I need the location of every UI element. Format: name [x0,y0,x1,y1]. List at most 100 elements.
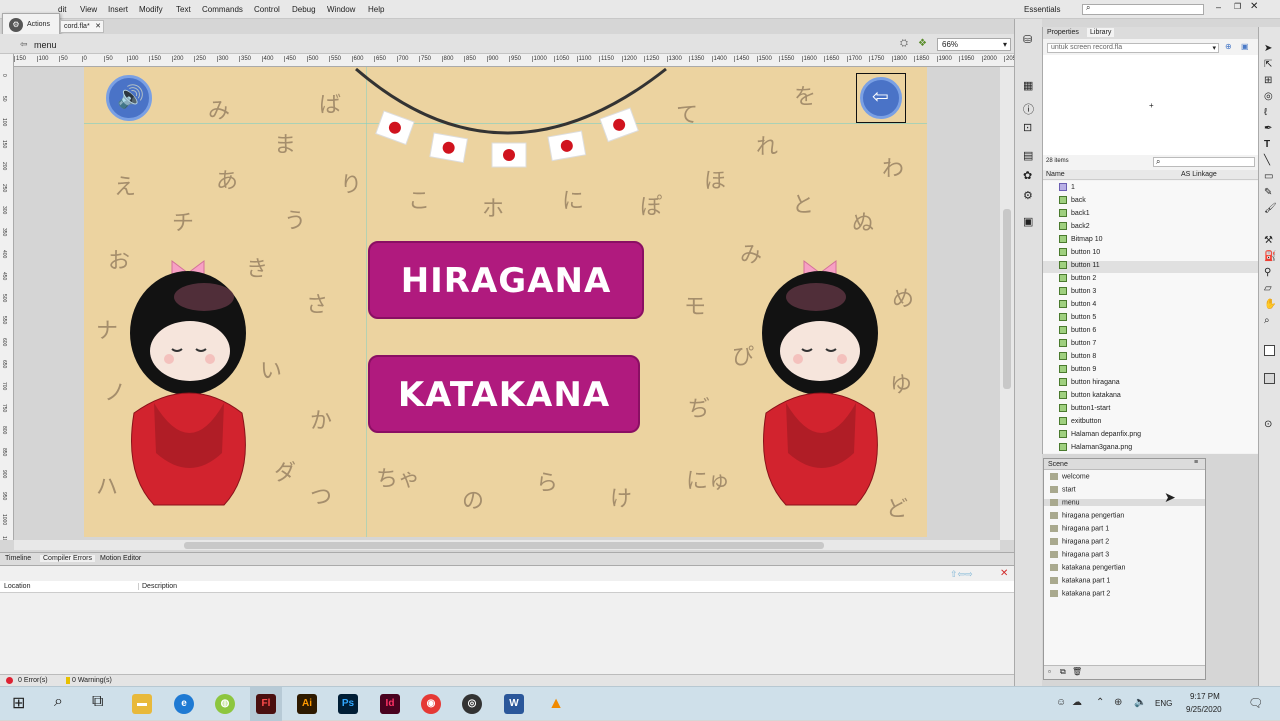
vlc-icon[interactable]: ▲ [546,694,566,714]
back-arrow-icon[interactable]: ⇦ [20,39,28,50]
notifications-icon[interactable]: 🗨 [1248,696,1263,710]
animate-app-icon[interactable]: Fl [256,694,276,714]
snap-icon[interactable]: ⊙ [1264,419,1272,430]
subselection-tool-icon[interactable]: ⇱ [1264,59,1272,70]
duplicate-scene-icon[interactable]: ⧉ [1060,667,1066,677]
hand-tool-icon[interactable]: ✋ [1264,299,1276,310]
library-item[interactable]: 1 [1059,183,1075,195]
menu-help[interactable]: Help [368,5,384,14]
library-item[interactable]: button 5 [1059,313,1096,325]
tab-motion-editor[interactable]: Motion Editor [100,555,141,562]
menu-insert[interactable]: Insert [108,5,128,14]
paint-bucket-icon[interactable]: ⛽ [1264,251,1276,262]
document-tab[interactable]: cord.fla* ✕ [60,20,104,33]
panel-menu-icon[interactable]: ≡ [1194,459,1198,466]
transform-icon[interactable]: ⊡ [1023,121,1032,134]
workspace-switcher[interactable]: Essentials [1024,5,1060,14]
color-icon[interactable]: ⛁ [1023,33,1032,46]
actions-panel[interactable]: ⚙ Actions [2,13,60,35]
hiragana-button[interactable]: HIRAGANA [368,241,644,319]
vertical-scroll-thumb[interactable] [1003,209,1011,389]
info-icon[interactable]: ⓘ [1023,101,1034,117]
go-to-source-icon[interactable]: ⇧⇦⇨ [950,569,973,580]
add-scene-icon[interactable]: ▫ [1048,667,1051,676]
pin-icon[interactable]: ⊕ [1225,42,1232,51]
library-item[interactable]: Halaman3gana.png [1059,443,1132,455]
clock-time[interactable]: 9:17 PM [1190,692,1220,701]
library-search-input[interactable]: ⌕ [1153,157,1255,167]
tab-timeline[interactable]: Timeline [5,555,31,562]
task-view-icon[interactable]: ⧉ [92,693,103,711]
indesign-app-icon[interactable]: Id [380,694,400,714]
line-tool-icon[interactable]: ╲ [1264,155,1270,166]
cloud-icon[interactable]: ☁ [1072,697,1082,708]
scene-item[interactable]: hiragana part 1 [1050,525,1109,532]
close-icon[interactable]: ✕ [1250,1,1258,12]
library-item[interactable]: button 8 [1059,352,1096,364]
library-item[interactable]: button 10 [1059,248,1100,260]
library-item[interactable]: Halaman depanfix.png [1059,430,1141,442]
eraser-icon[interactable]: ▱ [1264,283,1272,294]
scene-item-selected[interactable]: menu [1044,499,1205,507]
lasso-icon[interactable]: ℓ [1264,107,1267,118]
column-as-linkage[interactable]: AS Linkage [1181,171,1217,178]
menu-control[interactable]: Control [254,5,280,14]
scene-item[interactable]: welcome [1050,473,1090,480]
scene-item[interactable]: katakana part 1 [1050,577,1110,584]
pencil-tool-icon[interactable]: ✎ [1264,187,1272,198]
library-item-selected[interactable]: button 11 [1043,261,1259,273]
menu-window[interactable]: Window [327,5,355,14]
library-item[interactable]: back [1059,196,1086,208]
edit-symbols-icon[interactable]: ❖ [918,38,927,49]
search-input[interactable] [1082,4,1204,15]
tab-compiler-errors[interactable]: Compiler Errors [40,555,96,562]
selection-tool-icon[interactable]: ➤ [1264,43,1272,54]
library-item[interactable]: button 6 [1059,326,1096,338]
library-item[interactable]: button 3 [1059,287,1096,299]
katakana-button[interactable]: KATAKANA [368,355,640,433]
scene-item[interactable]: hiragana part 3 [1050,551,1109,558]
components-icon[interactable]: ▤ [1023,149,1033,162]
network-icon[interactable]: ⊕ [1114,697,1122,708]
menu-text[interactable]: Text [176,5,191,14]
fill-color-swatch[interactable] [1264,373,1275,384]
chevron-up-icon[interactable]: ⌃ [1096,697,1104,708]
people-icon[interactable]: ☺ [1056,697,1066,708]
search-icon[interactable]: ⌕ [54,693,63,711]
library-item[interactable]: back2 [1059,222,1090,234]
minimize-button[interactable]: – [1216,2,1221,12]
chrome-icon[interactable]: ◉ [421,694,441,714]
stroke-color-swatch[interactable] [1264,345,1275,356]
library-item[interactable]: Bitmap 10 [1059,235,1103,247]
history-icon[interactable]: ▣ [1023,215,1033,228]
scene-item[interactable]: hiragana pengertian [1050,512,1124,519]
photoshop-app-icon[interactable]: Ps [338,694,358,714]
scene-item[interactable]: katakana part 2 [1050,590,1110,597]
clock-date[interactable]: 9/25/2020 [1186,705,1222,714]
code-snippets-icon[interactable]: ⚙ [1023,189,1033,202]
delete-scene-icon[interactable]: 🗑 [1072,667,1082,676]
file-explorer-icon[interactable]: ▬ [132,694,152,714]
library-item[interactable]: button 9 [1059,365,1096,377]
scene-item[interactable]: katakana pengertian [1050,564,1125,571]
windows-start-icon[interactable]: ⊞ [12,693,25,713]
menu-commands[interactable]: Commands [202,5,243,14]
library-item[interactable]: button katakana [1059,391,1121,403]
rectangle-tool-icon[interactable]: ▭ [1264,171,1273,182]
back-button[interactable]: ⇦ [860,77,902,119]
restore-button[interactable]: ❐ [1234,2,1241,11]
motion-presets-icon[interactable]: ✿ [1023,169,1032,182]
library-file-select[interactable]: untuk screen record.fla ▾ [1047,43,1219,53]
language-indicator[interactable]: ENG [1155,699,1172,708]
vertical-scrollbar[interactable] [1000,67,1014,540]
sound-button[interactable]: 🔊 [106,75,152,121]
bone-tool-icon[interactable]: ⚒ [1264,235,1273,246]
scene-item[interactable]: start [1050,486,1076,493]
horizontal-scroll-thumb[interactable] [184,542,824,549]
eyedropper-icon[interactable]: ⚲ [1264,267,1271,278]
stage[interactable]: み ば ま て を れ わ え あ り こ ホ に ぽ ほ と ぬ チ う お … [84,67,927,537]
illustrator-app-icon[interactable]: Ai [297,694,317,714]
library-item[interactable]: button 7 [1059,339,1096,351]
edge-icon[interactable]: e [174,694,194,714]
library-item[interactable]: back1 [1059,209,1090,221]
